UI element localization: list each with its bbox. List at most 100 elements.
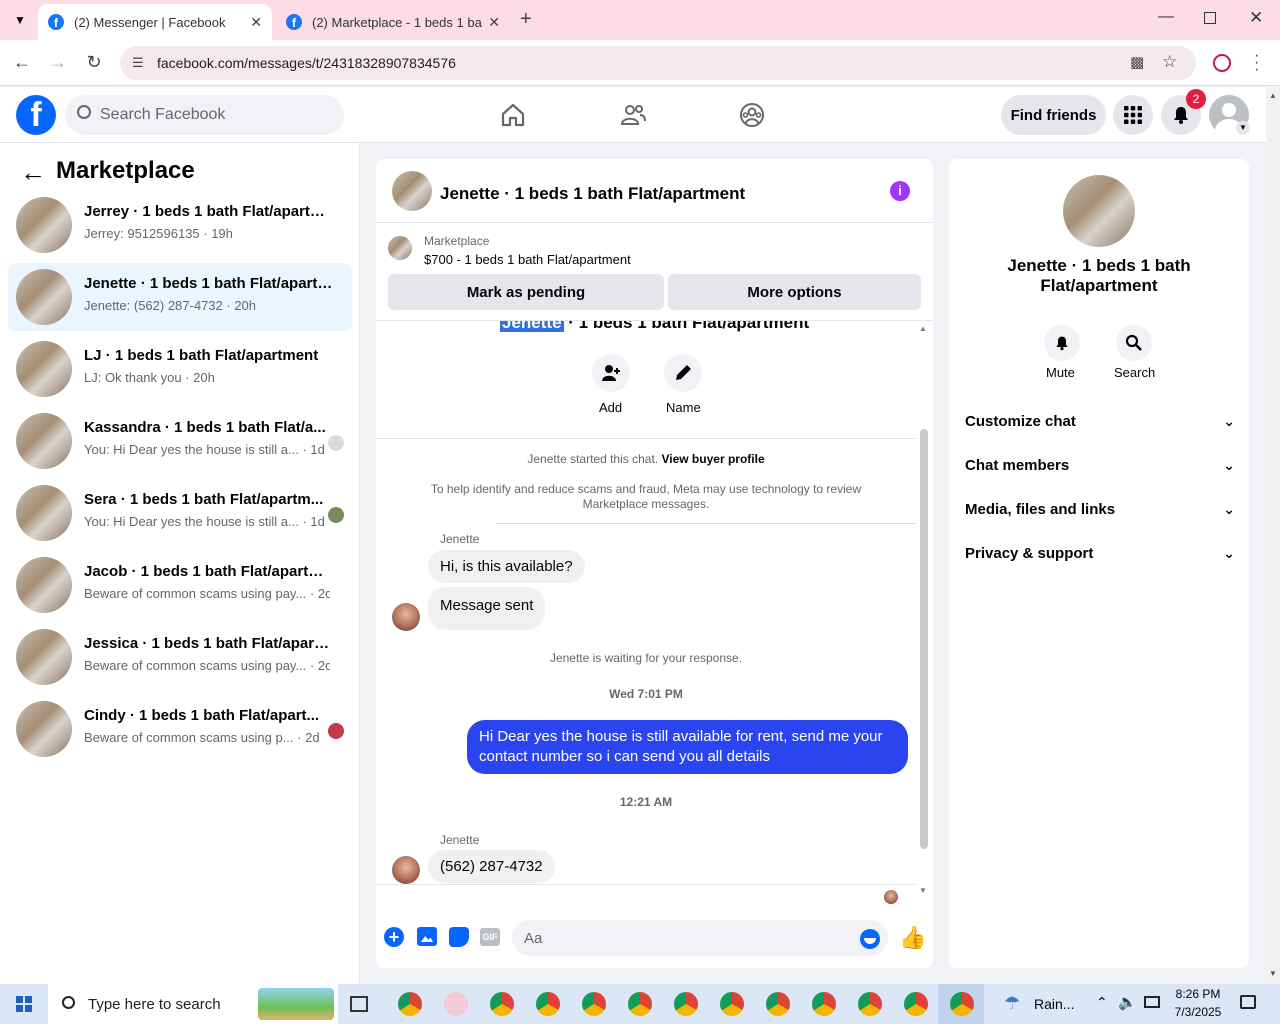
menu-grid-button[interactable] <box>1113 95 1153 135</box>
info-icon[interactable]: i <box>890 181 910 201</box>
message-thread[interactable]: Jenette · 1 beds 1 bath Flat/apartment A… <box>376 321 916 887</box>
incoming-message[interactable]: (562) 287-4732 <box>428 850 555 883</box>
emoji-icon[interactable] <box>860 929 880 949</box>
close-tab-icon[interactable]: ✕ <box>488 14 500 31</box>
mute-button[interactable] <box>1044 325 1080 361</box>
conversation-item[interactable]: Jerrey · 1 beds 1 bath Flat/apartment Jer… <box>8 191 352 259</box>
facebook-logo-icon[interactable]: f <box>16 95 56 135</box>
find-friends-button[interactable]: Find friends <box>1001 95 1106 135</box>
chrome-icon[interactable] <box>674 992 698 1016</box>
task-view-icon[interactable] <box>350 996 368 1012</box>
home-icon[interactable] <box>499 101 527 129</box>
conversation-title: Jerrey · 1 beds 1 bath Flat/apartment <box>84 203 334 220</box>
incoming-message[interactable]: Message sent <box>428 587 546 630</box>
tab-messenger[interactable]: f (2) Messenger | Facebook ✕ <box>38 4 272 40</box>
chrome-icon[interactable] <box>904 992 928 1016</box>
address-bar[interactable]: ☰ facebook.com/messages/t/24318328907834… <box>120 46 1196 80</box>
view-buyer-profile-link[interactable]: View buyer profile <box>661 452 764 466</box>
like-thumbs-up-icon[interactable]: 👍 <box>899 925 926 951</box>
back-arrow-icon[interactable]: ← <box>20 157 46 188</box>
add-button[interactable] <box>592 354 630 392</box>
mark-as-pending-button[interactable]: Mark as pending <box>388 274 664 310</box>
back-arrow-icon[interactable]: ← <box>11 52 33 73</box>
windows-start-icon[interactable] <box>16 996 32 1012</box>
scrollbar-thumb[interactable] <box>920 429 928 849</box>
chrome-icon[interactable] <box>858 992 882 1016</box>
conversation-item[interactable]: Kassandra · 1 beds 1 bath Flat/a... You: … <box>8 407 352 475</box>
listing-thumbnail[interactable] <box>388 236 412 260</box>
message-input[interactable]: Aa <box>512 920 888 956</box>
install-app-icon[interactable]: ▩ <box>1130 53 1144 71</box>
conversation-item[interactable]: Jenette · 1 beds 1 bath Flat/apartm... Je… <box>8 263 352 331</box>
chrome-profile-icon[interactable] <box>398 992 422 1016</box>
friends-icon[interactable] <box>619 101 647 129</box>
close-window-icon[interactable]: ✕ <box>1249 8 1263 28</box>
tab-marketplace[interactable]: f (2) Marketplace - 1 beds 1 bath ✕ <box>276 4 510 40</box>
tab-search-dropdown-icon[interactable]: ▼ <box>10 10 30 30</box>
chat-avatar[interactable] <box>392 171 432 211</box>
chrome-icon[interactable] <box>950 992 974 1016</box>
chevron-up-icon[interactable]: ⌃ <box>1096 994 1108 1011</box>
minimize-window-icon[interactable]: — <box>1158 8 1174 26</box>
outgoing-message[interactable]: Hi Dear yes the house is still available… <box>467 720 908 774</box>
chrome-icon[interactable] <box>720 992 744 1016</box>
network-icon[interactable] <box>1144 996 1160 1008</box>
privacy-support-section[interactable]: Privacy & support ⌄ <box>965 545 1235 562</box>
clock-date[interactable]: 7/3/2025 <box>1168 1005 1228 1019</box>
customize-chat-section[interactable]: Customize chat ⌄ <box>965 413 1235 430</box>
weather-rain-icon[interactable]: ☂ <box>1004 993 1020 1014</box>
plus-icon[interactable]: + <box>384 927 404 947</box>
forward-arrow-icon[interactable]: → <box>47 52 69 73</box>
search-button[interactable] <box>1116 325 1152 361</box>
page-scrollbar[interactable]: ▲ ▼ <box>1266 87 1280 984</box>
conversation-item[interactable]: Jessica · 1 beds 1 bath Flat/apartm... Be… <box>8 623 352 691</box>
sender-avatar[interactable] <box>392 856 420 884</box>
conversation-item[interactable]: Cindy · 1 beds 1 bath Flat/apart... Bewar… <box>8 695 352 763</box>
chrome-icon[interactable] <box>536 992 560 1016</box>
reload-icon[interactable]: ↻ <box>83 52 105 73</box>
divider <box>496 523 916 524</box>
scroll-down-arrow-icon[interactable]: ▼ <box>1269 969 1277 978</box>
sender-avatar[interactable] <box>392 603 420 631</box>
listing-title[interactable]: $700 - 1 beds 1 bath Flat/apartment <box>424 252 631 267</box>
taskbar-search-input[interactable]: Type here to search <box>48 984 338 1024</box>
scroll-up-arrow-icon[interactable]: ▲ <box>1269 91 1277 100</box>
volume-icon[interactable]: 🔈 <box>1118 993 1137 1011</box>
groups-icon[interactable] <box>738 101 766 129</box>
chat-members-section[interactable]: Chat members ⌄ <box>965 457 1235 474</box>
restore-window-icon[interactable] <box>1204 12 1216 24</box>
account-chevron-icon[interactable]: ▼ <box>1236 121 1250 135</box>
clock-time[interactable]: 8:26 PM <box>1168 987 1228 1001</box>
details-avatar[interactable] <box>1063 175 1135 247</box>
notification-center-icon[interactable] <box>1240 995 1256 1009</box>
site-info-icon[interactable]: ☰ <box>132 55 144 71</box>
app-icon[interactable] <box>444 992 468 1016</box>
chrome-icon[interactable] <box>490 992 514 1016</box>
conversation-item[interactable]: Sera · 1 beds 1 bath Flat/apartm... You: … <box>8 479 352 547</box>
close-tab-icon[interactable]: ✕ <box>250 14 262 31</box>
chat-scrollbar[interactable]: ▲ ▼ <box>917 321 931 899</box>
bookmark-star-icon[interactable]: ☆ <box>1162 52 1177 72</box>
scroll-up-arrow-icon[interactable]: ▲ <box>919 324 927 333</box>
chrome-icon[interactable] <box>628 992 652 1016</box>
scroll-down-arrow-icon[interactable]: ▼ <box>919 886 927 895</box>
photo-icon[interactable] <box>417 927 437 946</box>
chrome-icon[interactable] <box>812 992 836 1016</box>
conversation-item[interactable]: LJ · 1 beds 1 bath Flat/apartment LJ: Ok … <box>8 335 352 403</box>
chrome-icon[interactable] <box>766 992 790 1016</box>
incoming-message[interactable]: Hi, is this available? <box>428 550 585 583</box>
conversation-item[interactable]: Jacob · 1 beds 1 bath Flat/apartment Bewa… <box>8 551 352 619</box>
gif-icon[interactable]: GIF <box>480 928 500 946</box>
new-tab-icon[interactable]: + <box>520 8 532 31</box>
weather-text[interactable]: Rain... <box>1034 996 1074 1012</box>
chrome-icon[interactable] <box>582 992 606 1016</box>
divider <box>376 884 916 885</box>
media-files-links-section[interactable]: Media, files and links ⌄ <box>965 501 1235 518</box>
sticker-icon[interactable] <box>449 927 469 947</box>
facebook-search-input[interactable]: Search Facebook <box>65 95 344 135</box>
profile-icon[interactable] <box>1213 54 1231 72</box>
more-options-button[interactable]: More options <box>668 274 921 310</box>
browser-menu-icon[interactable]: · · · <box>1254 48 1259 78</box>
chat-title[interactable]: Jenette · 1 beds 1 bath Flat/apartment <box>440 184 745 204</box>
name-button[interactable] <box>664 354 702 392</box>
